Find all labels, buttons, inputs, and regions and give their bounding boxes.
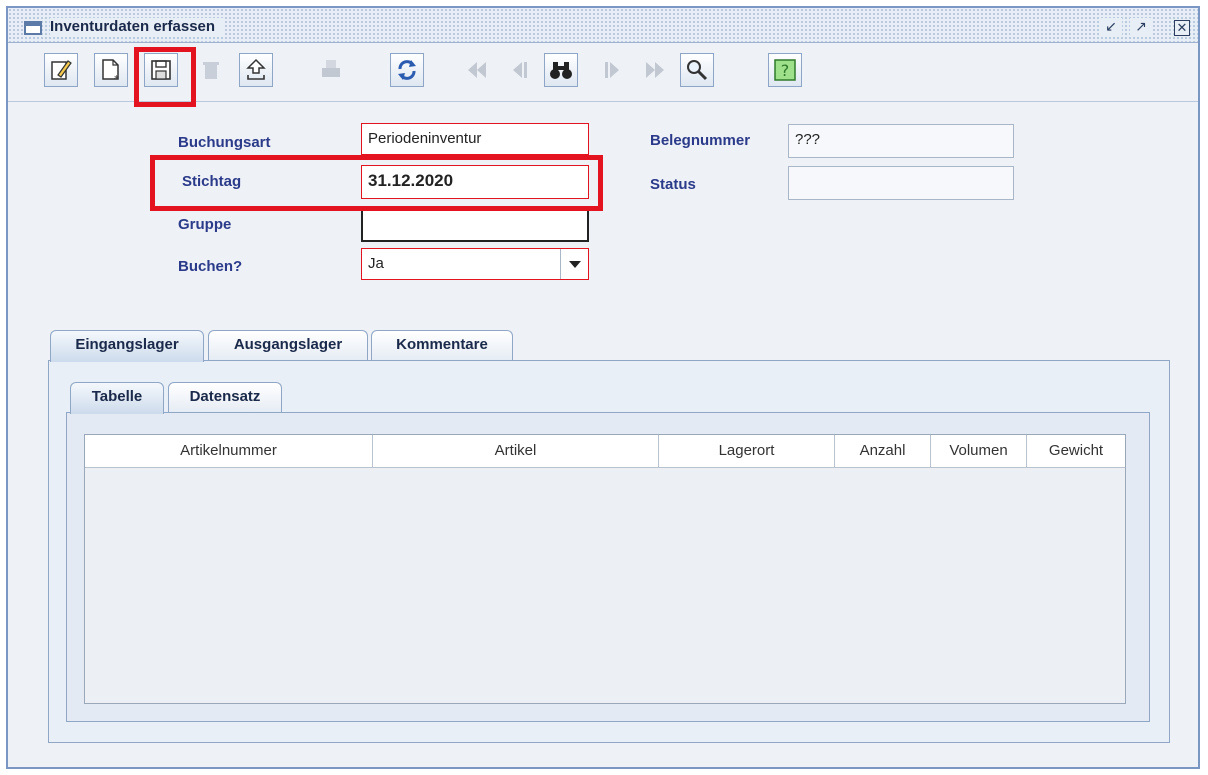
previous-icon — [513, 62, 527, 78]
last-record-button[interactable] — [638, 53, 672, 87]
printer-icon — [322, 60, 340, 77]
tab-eingangslager[interactable]: Eingangslager — [50, 330, 204, 362]
column-lagerort[interactable]: Lagerort — [659, 435, 835, 467]
print-button[interactable] — [314, 53, 348, 87]
title-bar[interactable]: Inventurdaten erfassen ↙ ↗ ✕ — [8, 8, 1198, 43]
maximize-icon[interactable]: ↗ — [1130, 18, 1152, 36]
status-label: Status — [650, 176, 696, 193]
save-button[interactable] — [144, 53, 178, 87]
column-volumen[interactable]: Volumen — [931, 435, 1027, 467]
search-records-button[interactable] — [544, 53, 578, 87]
new-document-icon: * — [102, 59, 119, 83]
edit-icon — [51, 60, 72, 80]
previous-record-button[interactable] — [502, 53, 536, 87]
column-artikel[interactable]: Artikel — [373, 435, 659, 467]
refresh-button[interactable] — [390, 53, 424, 87]
binoculars-icon — [550, 62, 572, 79]
tab-ausgangslager[interactable]: Ausgangslager — [208, 330, 368, 360]
buchungsart-field[interactable]: Periodeninventur — [361, 123, 589, 155]
column-gewicht[interactable]: Gewicht — [1027, 435, 1125, 467]
first-icon — [468, 62, 486, 78]
tab-kommentare[interactable]: Kommentare — [371, 330, 513, 360]
next-icon — [605, 62, 619, 78]
belegnummer-label: Belegnummer — [650, 132, 751, 149]
svg-text:*: * — [114, 74, 119, 83]
upload-icon — [246, 58, 266, 80]
save-icon — [151, 60, 171, 80]
last-icon — [646, 62, 664, 78]
articles-table[interactable]: Artikelnummer Artikel Lagerort Anzahl Vo… — [84, 434, 1126, 704]
export-button[interactable] — [239, 53, 273, 87]
stichtag-label: Stichtag — [182, 173, 242, 190]
buchen-label: Buchen? — [178, 258, 243, 275]
first-record-button[interactable] — [460, 53, 494, 87]
status-field[interactable] — [788, 166, 1014, 200]
window-icon — [24, 21, 42, 35]
table-header: Artikelnummer Artikel Lagerort Anzahl Vo… — [85, 435, 1125, 468]
inventory-window: Inventurdaten erfassen ↙ ↗ ✕ * ? Buchung… — [6, 6, 1200, 769]
gruppe-label: Gruppe — [178, 216, 232, 233]
buchen-select-value: Ja — [368, 255, 384, 272]
column-artikelnummer[interactable]: Artikelnummer — [85, 435, 373, 467]
tab-tabelle[interactable]: Tabelle — [70, 382, 164, 414]
help-icon: ? — [774, 59, 796, 81]
chevron-down-icon[interactable] — [560, 249, 588, 279]
window-title: Inventurdaten erfassen — [50, 18, 224, 35]
edit-button[interactable] — [44, 53, 78, 87]
toolbar: * ? — [8, 43, 1198, 102]
minimize-icon[interactable]: ↙ — [1100, 18, 1122, 36]
tab-datensatz[interactable]: Datensatz — [168, 382, 282, 412]
trash-icon — [203, 62, 219, 79]
stichtag-field[interactable]: 31.12.2020 — [361, 165, 589, 199]
buchungsart-label: Buchungsart — [178, 134, 271, 151]
gruppe-field[interactable] — [361, 206, 589, 242]
refresh-icon — [398, 60, 416, 80]
belegnummer-field[interactable]: ??? — [788, 124, 1014, 158]
column-anzahl[interactable]: Anzahl — [835, 435, 931, 467]
buchen-select[interactable]: Ja — [361, 248, 589, 280]
help-button[interactable]: ? — [768, 53, 802, 87]
close-icon[interactable]: ✕ — [1174, 20, 1190, 36]
svg-text:?: ? — [781, 61, 790, 80]
magnifier-icon — [687, 60, 708, 81]
new-record-button[interactable]: * — [94, 53, 128, 87]
delete-button[interactable] — [194, 53, 228, 87]
zoom-button[interactable] — [680, 53, 714, 87]
next-record-button[interactable] — [596, 53, 630, 87]
